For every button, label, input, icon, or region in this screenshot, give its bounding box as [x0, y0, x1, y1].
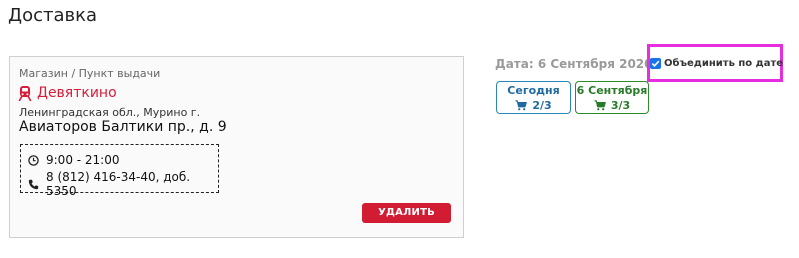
date-option-count-row: 3/3 — [576, 99, 648, 112]
merge-by-date-control[interactable]: Объединить по дате — [650, 58, 783, 69]
date-option-count: 3/3 — [610, 99, 631, 112]
date-option-count-row: 2/3 — [497, 99, 570, 112]
store-info-box: 9:00 - 21:00 8 (812) 416-34-40, доб. 535… — [20, 144, 219, 198]
date-option-today[interactable]: Сегодня 2/3 — [496, 81, 571, 114]
store-name: Девяткино — [37, 85, 117, 101]
store-name-row: Девяткино — [18, 85, 117, 102]
delivery-date-label: Дата: 6 Сентября 2020 — [495, 57, 653, 71]
phone-row: 8 (812) 416-34-40, доб. 5350 — [28, 170, 218, 198]
date-option-label: 6 Сентября — [576, 84, 648, 97]
clock-icon — [28, 154, 39, 166]
date-option-count: 2/3 — [532, 99, 552, 112]
store-hours: 9:00 - 21:00 — [46, 153, 120, 167]
store-street: Авиаторов Балтики пр., д. 9 — [19, 119, 227, 135]
store-phone: 8 (812) 416-34-40, доб. 5350 — [46, 170, 191, 198]
metro-train-icon — [18, 85, 32, 102]
store-region: Ленинградская обл., Мурино г. — [19, 106, 201, 119]
page-title: Доставка — [8, 5, 97, 26]
merge-by-date-checkbox[interactable] — [650, 58, 661, 69]
store-type-label: Магазин / Пункт выдачи — [19, 67, 161, 80]
merge-by-date-label[interactable]: Объединить по дате — [664, 58, 783, 69]
cart-icon — [594, 100, 606, 111]
date-option-sept-6[interactable]: 6 Сентября 3/3 — [575, 81, 649, 114]
hours-row: 9:00 - 21:00 — [28, 153, 120, 167]
store-card: Магазин / Пункт выдачи Девяткино Ленингр… — [9, 56, 464, 238]
delete-button[interactable]: УДАЛИТЬ — [362, 203, 451, 223]
cart-icon — [515, 100, 528, 111]
date-option-label: Сегодня — [507, 84, 560, 97]
phone-icon — [28, 179, 39, 190]
